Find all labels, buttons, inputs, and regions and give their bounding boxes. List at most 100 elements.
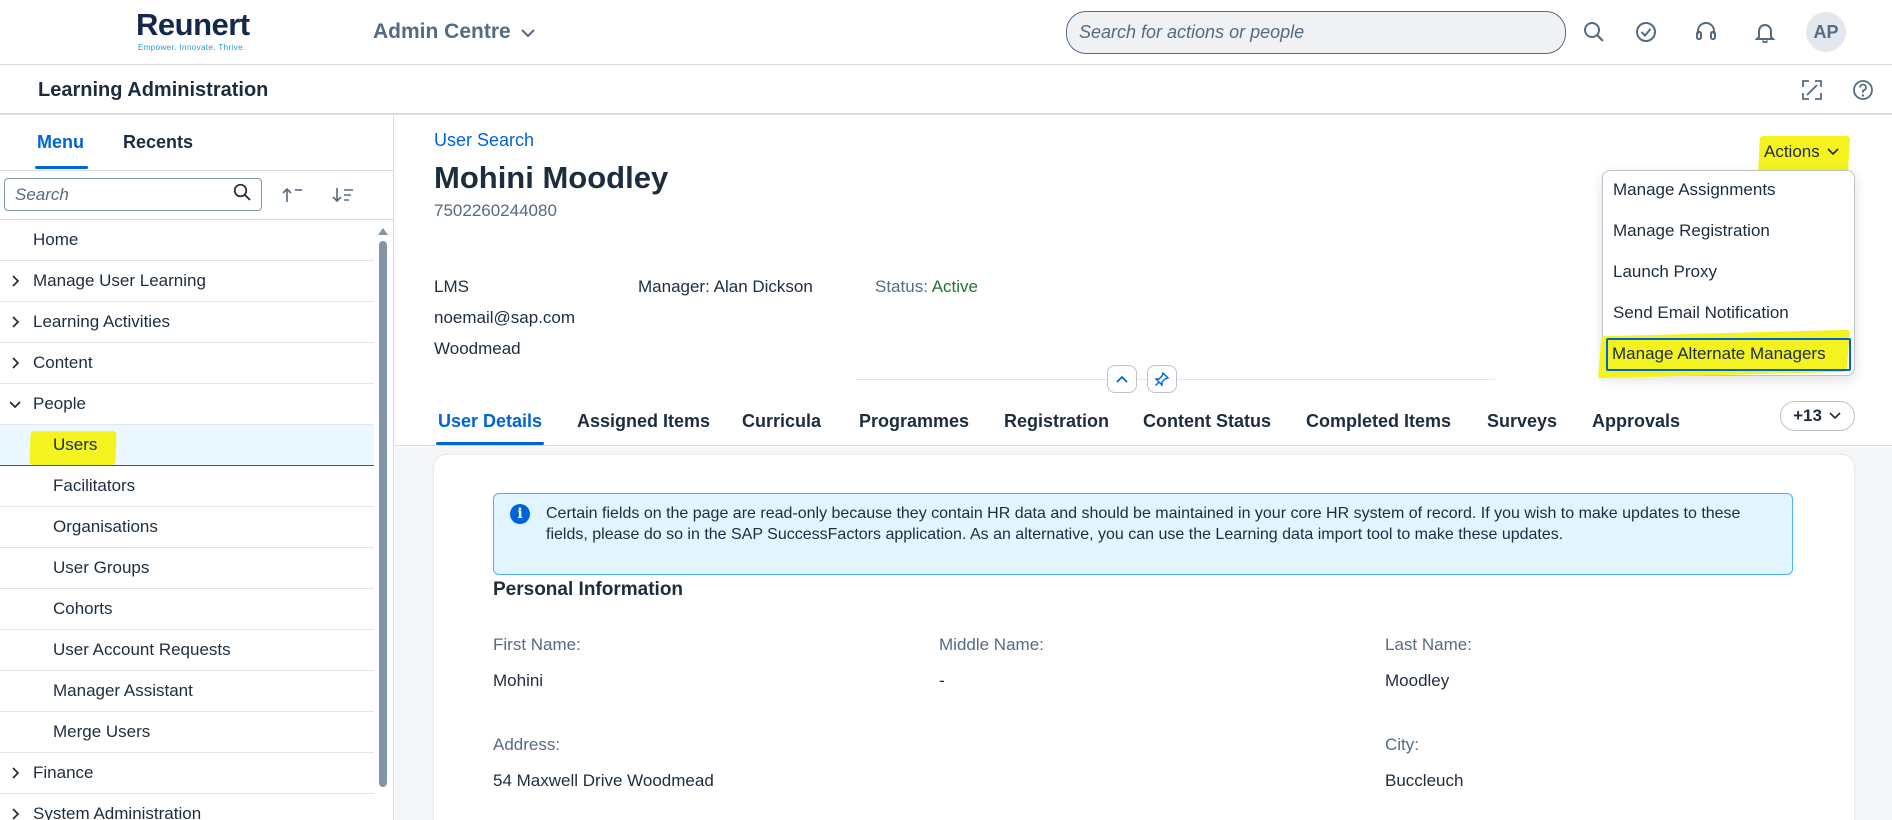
- tab-approvals[interactable]: Approvals: [1592, 411, 1680, 432]
- section-title-personal-info: Personal Information: [493, 579, 684, 600]
- more-tabs-button[interactable]: +13: [1780, 401, 1855, 431]
- user-avatar[interactable]: AP: [1806, 12, 1846, 52]
- city-value: Buccleuch: [1385, 771, 1464, 790]
- tab-surveys[interactable]: Surveys: [1487, 411, 1557, 432]
- nav-item-finance[interactable]: Finance: [0, 753, 374, 794]
- nav-item-user-groups[interactable]: User Groups: [0, 548, 374, 589]
- tab-completed-items[interactable]: Completed Items: [1306, 411, 1451, 432]
- nav-item-learning-activities[interactable]: Learning Activities: [0, 302, 374, 343]
- nav-item-manager-assistant[interactable]: Manager Assistant: [0, 671, 374, 712]
- user-details-card: i Certain fields on the page are read-on…: [434, 455, 1854, 820]
- nav-search-input[interactable]: [15, 184, 233, 205]
- nav-item-home[interactable]: Home: [0, 220, 374, 261]
- nav-item-label: System Administration: [33, 804, 202, 820]
- tab-user-details[interactable]: User Details: [435, 411, 545, 445]
- scroll-up-icon[interactable]: [378, 226, 388, 236]
- page-title: Learning Administration: [38, 79, 269, 101]
- info-message-text: Certain fields on the page are read-only…: [546, 505, 1741, 543]
- nav-item-manage-user-learning[interactable]: Manage User Learning: [0, 261, 374, 302]
- chevron-right-icon[interactable]: [5, 356, 25, 370]
- company-logo[interactable]: Reunert Empower. Innovate. Thrive.: [136, 8, 256, 54]
- nav-item-user-account-requests[interactable]: User Account Requests: [0, 630, 374, 671]
- nav-item-label: Manager Assistant: [53, 681, 193, 700]
- chevron-right-icon[interactable]: [5, 274, 25, 288]
- nav-item-people[interactable]: People: [0, 384, 374, 425]
- nav-item-label: Cohorts: [53, 599, 113, 618]
- bell-notification-icon[interactable]: [1752, 19, 1778, 45]
- more-tabs-count: +13: [1793, 406, 1822, 425]
- nav-tabs: Menu Recents: [0, 116, 393, 171]
- global-search-input[interactable]: [1079, 22, 1553, 43]
- chevron-right-icon[interactable]: [5, 315, 25, 329]
- tab-registration[interactable]: Registration: [1004, 411, 1109, 432]
- menu-item-send-email-notification[interactable]: Send Email Notification: [1613, 303, 1789, 323]
- headset-support-icon[interactable]: [1693, 19, 1719, 45]
- help-icon[interactable]: [1851, 78, 1875, 102]
- menu-item-manage-assignments[interactable]: Manage Assignments: [1613, 180, 1776, 200]
- shell-bar: Reunert Empower. Innovate. Thrive. Admin…: [0, 0, 1892, 65]
- actions-button[interactable]: Actions: [1764, 142, 1840, 162]
- chevron-down-icon[interactable]: [5, 400, 25, 409]
- city-label: City:: [1385, 735, 1419, 754]
- tab-menu[interactable]: Menu: [35, 132, 88, 169]
- page-subheader: Learning Administration: [0, 66, 1892, 115]
- pin-header-button[interactable]: [1147, 365, 1177, 393]
- nav-item-merge-users[interactable]: Merge Users: [0, 712, 374, 753]
- nav-item-label: User Groups: [53, 558, 150, 577]
- search-icon[interactable]: [233, 183, 251, 206]
- status-value: Active: [931, 277, 979, 296]
- tab-recents[interactable]: Recents: [123, 132, 193, 153]
- tab-assigned-items[interactable]: Assigned Items: [577, 411, 710, 432]
- first-name-value: Mohini: [493, 671, 544, 690]
- nav-item-label: Organisations: [53, 517, 158, 536]
- logo-tagline: Empower. Innovate. Thrive.: [138, 43, 246, 52]
- address-label: Address:: [493, 735, 561, 754]
- tab-programmes[interactable]: Programmes: [859, 411, 969, 432]
- last-name-value: Moodley: [1385, 671, 1450, 690]
- tasks-check-icon[interactable]: [1633, 19, 1659, 45]
- user-manager: Manager: Alan Dickson: [638, 277, 813, 297]
- first-name-label: First Name:: [493, 635, 581, 654]
- menu-item-manage-registration[interactable]: Manage Registration: [1613, 221, 1770, 241]
- tab-content-status[interactable]: Content Status: [1143, 411, 1271, 432]
- chevron-right-icon[interactable]: [5, 766, 25, 780]
- user-type: LMS: [434, 277, 469, 296]
- chevron-down-icon: [520, 20, 535, 44]
- sort-descending-icon[interactable]: [329, 182, 357, 208]
- nav-item-cohorts[interactable]: Cohorts: [0, 589, 374, 630]
- app-switcher[interactable]: Admin Centre: [373, 20, 535, 44]
- nav-item-label: User Account Requests: [53, 640, 231, 659]
- nav-scrollbar[interactable]: [378, 224, 388, 820]
- status-label: Status:: [875, 277, 928, 296]
- chevron-down-icon: [1829, 412, 1841, 420]
- nav-item-facilitators[interactable]: Facilitators: [0, 466, 374, 507]
- nav-item-label: Facilitators: [53, 476, 136, 495]
- sort-ascending-icon[interactable]: [279, 182, 307, 208]
- user-location: Woodmead: [434, 339, 521, 358]
- nav-item-label: Merge Users: [53, 722, 151, 741]
- nav-search[interactable]: [4, 178, 262, 211]
- global-search[interactable]: [1066, 11, 1566, 54]
- nav-item-content[interactable]: Content: [0, 343, 374, 384]
- nav-tree: Home Manage User Learning Learning Activ…: [0, 220, 374, 820]
- menu-item-launch-proxy[interactable]: Launch Proxy: [1613, 262, 1717, 282]
- tab-curricula[interactable]: Curricula: [742, 411, 821, 432]
- breadcrumb-user-search[interactable]: User Search: [434, 130, 534, 151]
- collapse-header-button[interactable]: [1107, 365, 1137, 393]
- middle-name-label: Middle Name:: [939, 635, 1044, 654]
- left-navigation: Menu Recents Home Manage User Learning L…: [0, 116, 394, 820]
- last-name-label: Last Name:: [1385, 635, 1472, 654]
- chevron-right-icon[interactable]: [5, 807, 25, 820]
- fullscreen-icon[interactable]: [1800, 78, 1824, 102]
- manager-name: Alan Dickson: [713, 277, 813, 296]
- nav-item-organisations[interactable]: Organisations: [0, 507, 374, 548]
- scroll-thumb[interactable]: [379, 241, 387, 787]
- search-icon[interactable]: [1581, 19, 1607, 45]
- menu-item-manage-alternate-managers[interactable]: Manage Alternate Managers: [1612, 344, 1826, 364]
- nav-item-label: Learning Activities: [33, 312, 171, 331]
- nav-item-system-administration[interactable]: System Administration: [0, 794, 374, 820]
- nav-item-label: Users: [53, 435, 98, 454]
- chevron-down-icon: [1827, 148, 1839, 156]
- actions-label: Actions: [1764, 142, 1820, 161]
- nav-item-users[interactable]: Users: [0, 425, 374, 466]
